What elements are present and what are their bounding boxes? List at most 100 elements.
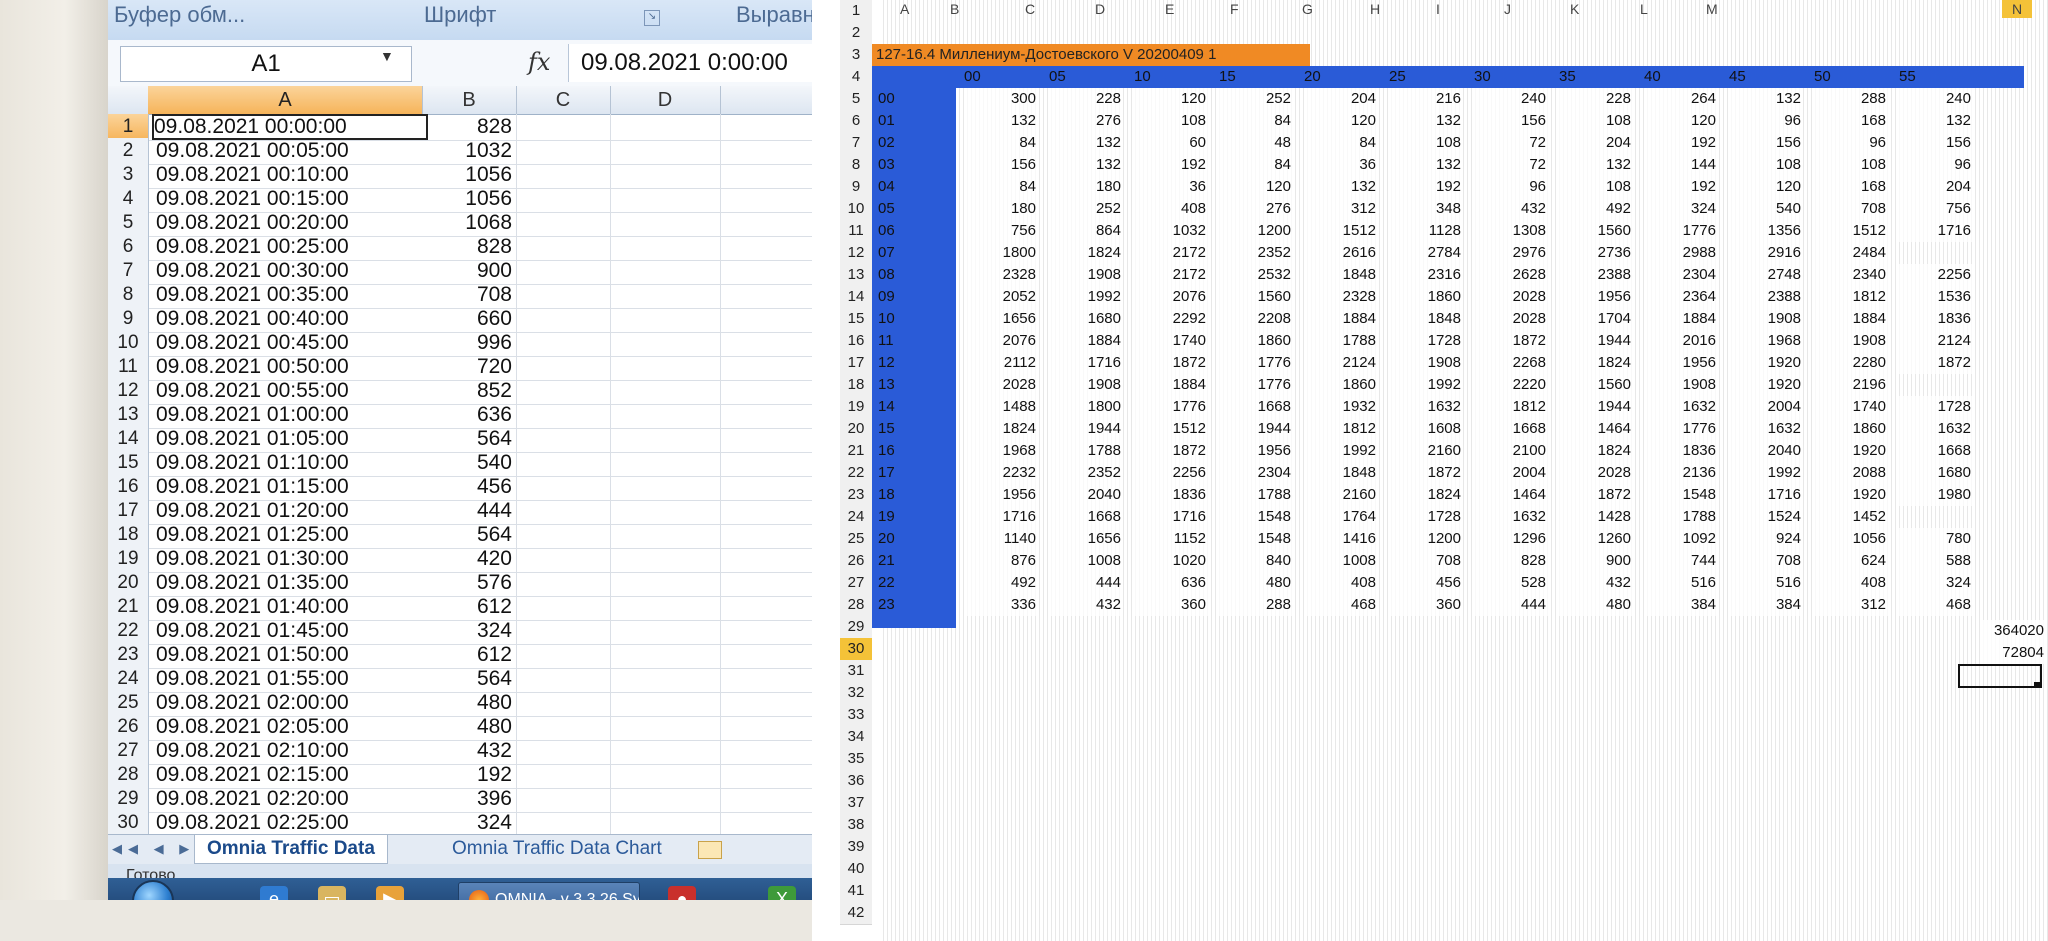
table-cell[interactable]: 2988 bbox=[1644, 242, 1718, 264]
table-cell[interactable]: 408 bbox=[1814, 572, 1888, 594]
table-cell[interactable]: 1428 bbox=[1559, 506, 1633, 528]
row-header[interactable]: 35 bbox=[840, 748, 872, 771]
table-cell[interactable]: 468 bbox=[1899, 594, 1973, 616]
cell-datetime[interactable]: 09.08.2021 02:25:00 bbox=[156, 810, 422, 836]
table-cell[interactable]: 1200 bbox=[1389, 528, 1463, 550]
table-cell[interactable]: 144 bbox=[1644, 154, 1718, 176]
table-cell[interactable]: 252 bbox=[1049, 198, 1123, 220]
table-cell[interactable]: 1944 bbox=[1049, 418, 1123, 440]
table-cell[interactable]: 2364 bbox=[1644, 286, 1718, 308]
row-header[interactable]: 5 bbox=[840, 88, 872, 111]
table-cell[interactable]: 1296 bbox=[1474, 528, 1548, 550]
table-cell[interactable]: 2016 bbox=[1644, 330, 1718, 352]
table-cell[interactable]: 528 bbox=[1474, 572, 1548, 594]
cell-value[interactable]: 708 bbox=[430, 282, 512, 308]
table-cell[interactable]: 204 bbox=[1899, 176, 1973, 198]
row-header[interactable]: 25 bbox=[108, 690, 149, 716]
cell-datetime[interactable]: 09.08.2021 00:05:00 bbox=[156, 138, 422, 164]
column-header[interactable]: F bbox=[1230, 0, 1239, 18]
table-cell[interactable]: 276 bbox=[1049, 110, 1123, 132]
table-cell[interactable]: 2748 bbox=[1729, 264, 1803, 286]
column-header-e[interactable] bbox=[720, 86, 812, 114]
table-cell[interactable]: 1656 bbox=[964, 308, 1038, 330]
column-header-a[interactable]: A bbox=[148, 86, 423, 114]
column-header[interactable]: L bbox=[1640, 0, 1648, 18]
cell-value[interactable]: 564 bbox=[430, 522, 512, 548]
table-cell[interactable]: 1824 bbox=[1389, 484, 1463, 506]
row-header[interactable]: 29 bbox=[840, 616, 872, 639]
folder-icon[interactable]: ▭ bbox=[318, 886, 346, 900]
table-cell[interactable]: 408 bbox=[1134, 198, 1208, 220]
row-header[interactable]: 9 bbox=[108, 306, 149, 332]
table-cell[interactable]: 132 bbox=[1389, 154, 1463, 176]
table-cell[interactable]: 120 bbox=[1644, 110, 1718, 132]
table-cell[interactable]: 1140 bbox=[964, 528, 1038, 550]
table-cell[interactable]: 84 bbox=[1219, 110, 1293, 132]
row-header[interactable]: 10 bbox=[840, 198, 872, 221]
table-cell[interactable]: 1056 bbox=[1814, 528, 1888, 550]
table-cell[interactable]: 288 bbox=[1219, 594, 1293, 616]
table-cell[interactable]: 1872 bbox=[1389, 462, 1463, 484]
table-cell[interactable]: 1464 bbox=[1474, 484, 1548, 506]
row-header[interactable]: 4 bbox=[108, 186, 149, 212]
table-cell[interactable]: 2616 bbox=[1304, 242, 1378, 264]
table-cell[interactable]: 360 bbox=[1134, 594, 1208, 616]
table-cell[interactable]: 1992 bbox=[1729, 462, 1803, 484]
cell-value[interactable]: 1056 bbox=[430, 186, 512, 212]
table-cell[interactable]: 96 bbox=[1899, 154, 1973, 176]
table-cell[interactable]: 1788 bbox=[1304, 330, 1378, 352]
cell-value[interactable]: 852 bbox=[430, 378, 512, 404]
row-header[interactable]: 18 bbox=[840, 374, 872, 397]
selected-cell[interactable] bbox=[1958, 664, 2042, 688]
table-cell[interactable]: 1776 bbox=[1219, 374, 1293, 396]
table-cell[interactable]: 840 bbox=[1219, 550, 1293, 572]
row-header[interactable]: 36 bbox=[840, 770, 872, 793]
table-cell[interactable]: 2124 bbox=[1899, 330, 1973, 352]
font-launcher-icon[interactable]: ↘ bbox=[644, 10, 660, 26]
table-cell[interactable]: 108 bbox=[1814, 154, 1888, 176]
table-cell[interactable]: 1776 bbox=[1219, 352, 1293, 374]
row-header[interactable]: 16 bbox=[840, 330, 872, 353]
table-cell[interactable]: 180 bbox=[1049, 176, 1123, 198]
table-cell[interactable]: 132 bbox=[1729, 88, 1803, 110]
table-cell[interactable]: 456 bbox=[1389, 572, 1463, 594]
table-cell[interactable]: 120 bbox=[1134, 88, 1208, 110]
table-cell[interactable]: 900 bbox=[1559, 550, 1633, 572]
table-cell[interactable]: 2220 bbox=[1474, 374, 1548, 396]
table-cell[interactable]: 1908 bbox=[1049, 374, 1123, 396]
table-cell[interactable]: 1356 bbox=[1729, 220, 1803, 242]
row-header[interactable]: 1 bbox=[840, 0, 872, 23]
table-cell[interactable]: 96 bbox=[1729, 110, 1803, 132]
table-cell[interactable]: 1932 bbox=[1304, 396, 1378, 418]
start-button-icon[interactable] bbox=[132, 880, 174, 900]
table-cell[interactable]: 1992 bbox=[1304, 440, 1378, 462]
table-cell[interactable]: 1776 bbox=[1134, 396, 1208, 418]
table-cell[interactable]: 1716 bbox=[1899, 220, 1973, 242]
table-cell[interactable]: 1128 bbox=[1389, 220, 1463, 242]
cell-value[interactable]: 996 bbox=[430, 330, 512, 356]
table-cell[interactable]: 1872 bbox=[1559, 484, 1633, 506]
table-cell[interactable]: 1512 bbox=[1814, 220, 1888, 242]
row-header[interactable]: 22 bbox=[108, 618, 149, 644]
table-cell[interactable]: 480 bbox=[1559, 594, 1633, 616]
table-cell[interactable]: 1824 bbox=[1559, 352, 1633, 374]
table-cell[interactable]: 2088 bbox=[1814, 462, 1888, 484]
row-header[interactable]: 38 bbox=[840, 814, 872, 837]
table-cell[interactable]: 192 bbox=[1644, 176, 1718, 198]
row-header[interactable]: 7 bbox=[840, 132, 872, 155]
table-cell[interactable]: 1740 bbox=[1134, 330, 1208, 352]
table-cell[interactable]: 2340 bbox=[1814, 264, 1888, 286]
cell-datetime[interactable]: 09.08.2021 00:20:00 bbox=[156, 210, 422, 236]
row-header[interactable]: 15 bbox=[840, 308, 872, 331]
table-cell[interactable]: 1464 bbox=[1559, 418, 1633, 440]
table-cell[interactable]: 2256 bbox=[1134, 462, 1208, 484]
row-header[interactable]: 14 bbox=[108, 426, 149, 452]
table-cell[interactable]: 348 bbox=[1389, 198, 1463, 220]
formula-input[interactable]: 09.08.2021 0:00:00 bbox=[568, 44, 812, 82]
table-cell[interactable]: 1764 bbox=[1304, 506, 1378, 528]
table-cell[interactable]: 480 bbox=[1219, 572, 1293, 594]
cell-value[interactable]: 636 bbox=[430, 402, 512, 428]
cell-value[interactable]: 828 bbox=[430, 114, 512, 140]
table-cell[interactable]: 168 bbox=[1814, 110, 1888, 132]
row-header[interactable]: 23 bbox=[840, 484, 872, 507]
